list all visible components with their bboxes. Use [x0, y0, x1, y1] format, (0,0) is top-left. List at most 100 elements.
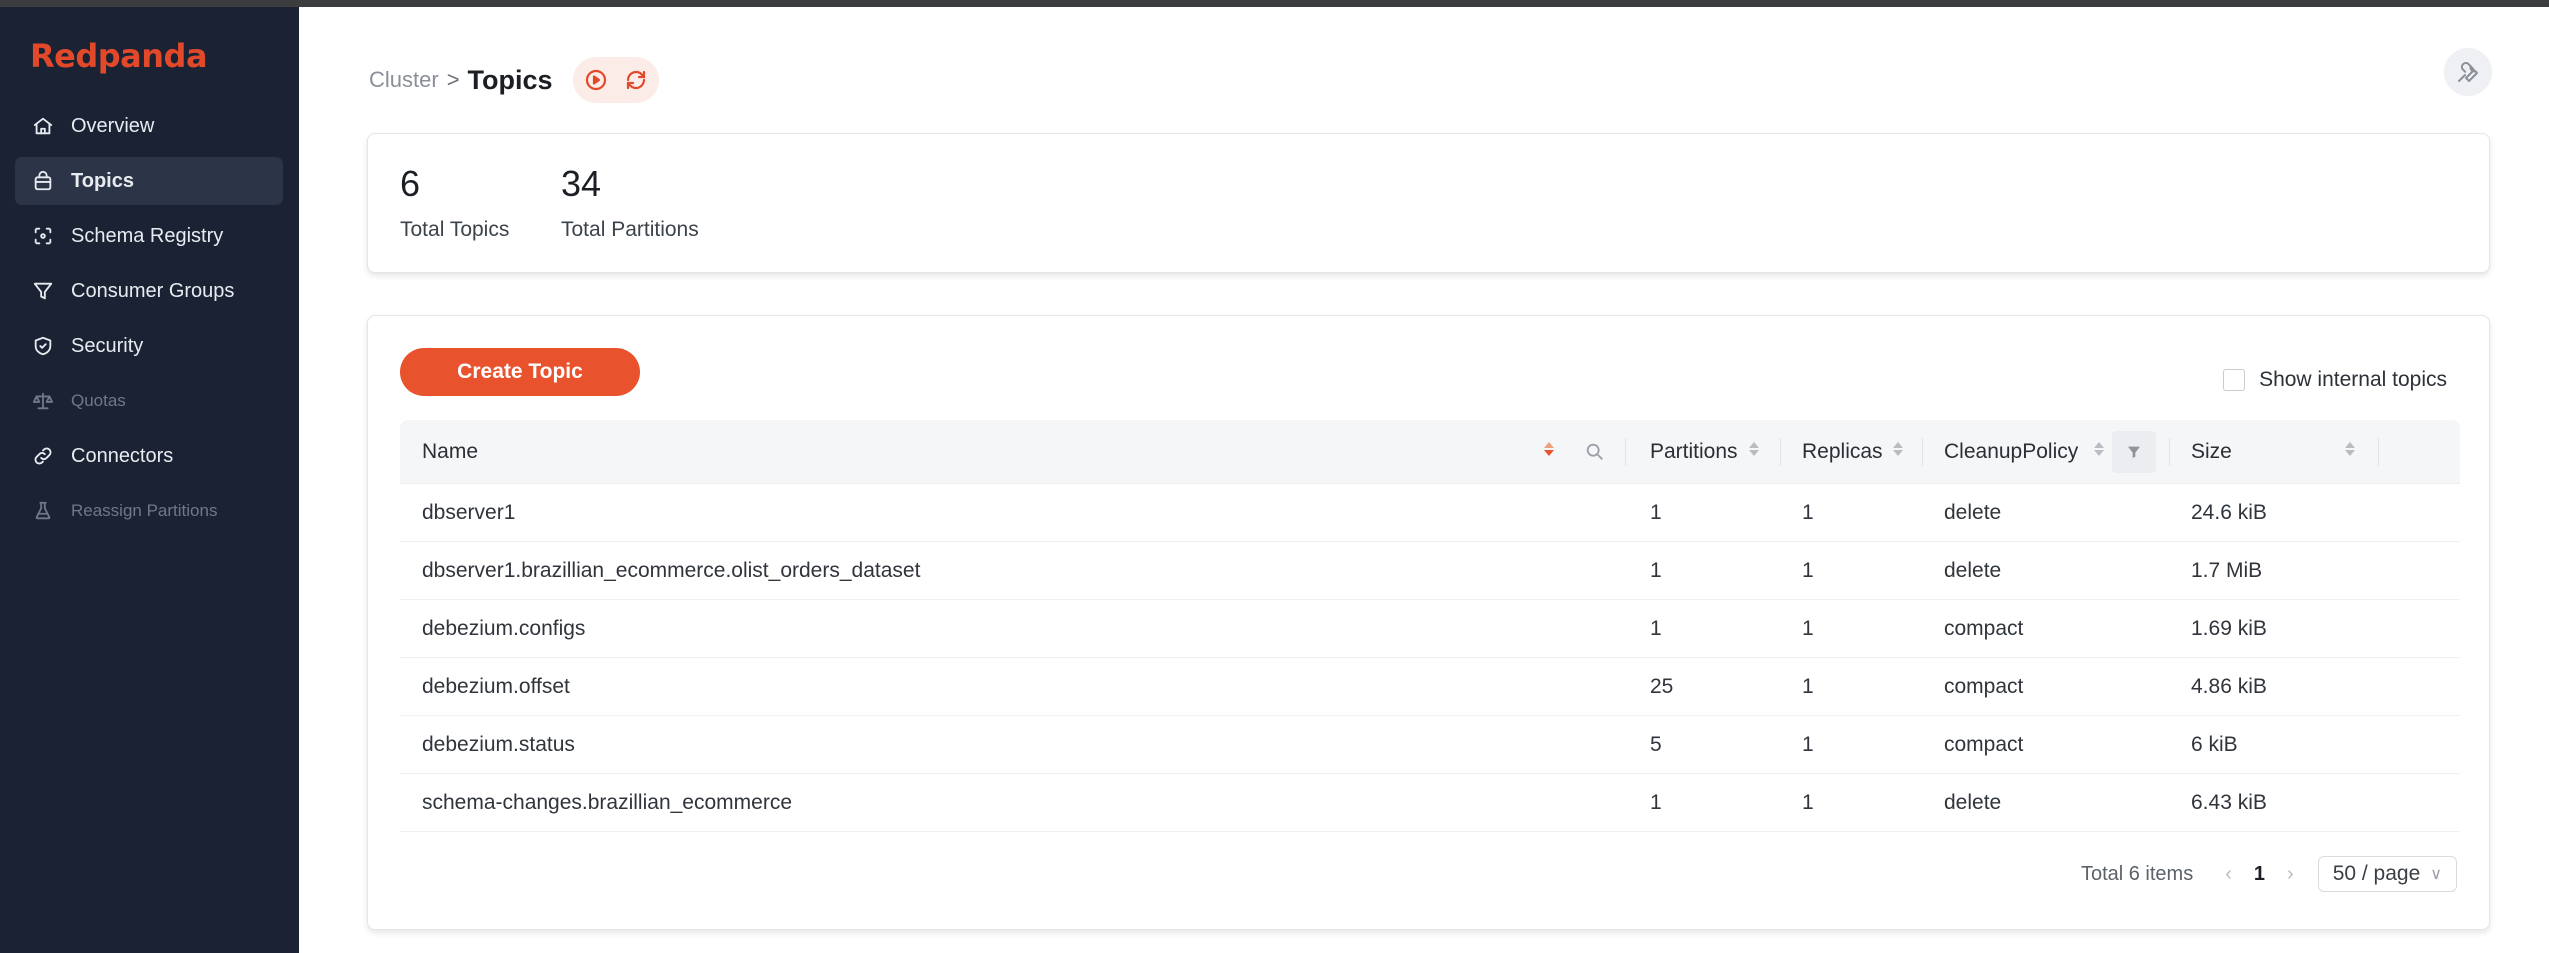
page-number-current[interactable]: 1 — [2254, 863, 2265, 886]
sort-icon[interactable] — [1893, 442, 1903, 456]
cell-partitions: 1 — [1650, 500, 1662, 524]
next-page-button[interactable]: › — [2287, 863, 2294, 886]
sidebar-item-label: Topics — [71, 169, 134, 192]
cell-size: 1.7 MiB — [2191, 558, 2263, 582]
bag-icon — [31, 169, 55, 193]
stat-total-topics: 6 Total Topics — [400, 166, 509, 242]
stat-label: Total Partitions — [561, 218, 699, 241]
cell-cleanup-policy: delete — [1944, 790, 2002, 814]
column-header-partitions[interactable]: Partitions — [1625, 420, 1780, 483]
create-topic-button[interactable]: Create Topic — [400, 348, 640, 396]
sidebar-item-label: Reassign Partitions — [71, 501, 218, 520]
refresh-button[interactable] — [621, 65, 651, 95]
breadcrumb-separator: > — [446, 67, 460, 92]
sidebar-item-topics[interactable]: Topics — [15, 157, 283, 205]
sidebar-item-security[interactable]: Security — [15, 322, 283, 370]
topic-name-link[interactable]: dbserver1 — [400, 501, 1625, 525]
column-title: CleanupPolicy — [1944, 439, 2079, 463]
topic-name-link[interactable]: debezium.offset — [400, 675, 1625, 699]
column-title: Partitions — [1650, 439, 1738, 463]
column-title: Name — [422, 439, 479, 463]
schema-icon — [31, 224, 55, 248]
refresh-icon — [626, 70, 645, 90]
play-circle-icon — [585, 69, 606, 91]
pagination: Total 6 items ‹ 1 › 50 / page ∨ — [2081, 856, 2457, 892]
table-row[interactable]: dbserver1.brazillian_ecommerce.olist_ord… — [400, 542, 2460, 600]
show-internal-checkbox[interactable] — [2223, 369, 2246, 391]
main-content: Cluster > Topics 6 Total Topics 34 Total… — [299, 7, 2549, 953]
column-header-actions — [2378, 420, 2460, 483]
wrench-icon — [2458, 62, 2478, 82]
sidebar-nav: Overview Topics Schema Registry Consumer… — [15, 102, 283, 542]
shield-icon — [31, 334, 55, 358]
column-header-name[interactable]: Name — [400, 420, 1625, 483]
cell-size: 24.6 kiB — [2191, 500, 2267, 524]
page-size-select[interactable]: 50 / page ∨ — [2317, 856, 2457, 892]
settings-button[interactable] — [2444, 48, 2492, 96]
stat-label: Total Topics — [400, 218, 510, 241]
topic-name-link[interactable]: debezium.configs — [400, 617, 1625, 641]
sort-icon[interactable] — [1749, 442, 1759, 456]
table-row[interactable]: debezium.offset 25 1 compact 4.86 kiB — [400, 658, 2460, 716]
cell-replicas: 1 — [1802, 732, 1814, 756]
sidebar-item-schema-registry[interactable]: Schema Registry — [15, 212, 283, 260]
topic-name-link[interactable]: debezium.status — [400, 733, 1625, 757]
page-size-value: 50 / page — [2332, 862, 2421, 885]
cell-size: 6 kiB — [2191, 732, 2238, 756]
sidebar-item-label: Connectors — [71, 444, 174, 467]
sidebar-item-label: Schema Registry — [71, 224, 224, 247]
sidebar-item-connectors[interactable]: Connectors — [15, 432, 283, 480]
cell-size: 4.86 kiB — [2191, 674, 2267, 698]
sidebar-item-consumer-groups[interactable]: Consumer Groups — [15, 267, 283, 315]
cell-replicas: 1 — [1802, 558, 1814, 582]
prev-page-button[interactable]: ‹ — [2225, 863, 2232, 886]
topic-name-link[interactable]: dbserver1.brazillian_ecommerce.olist_ord… — [400, 559, 1625, 583]
table-row[interactable]: debezium.status 5 1 compact 6 kiB — [400, 716, 2460, 774]
cell-partitions: 1 — [1650, 558, 1662, 582]
column-header-cleanup-policy[interactable]: CleanupPolicy — [1922, 420, 2169, 483]
column-title: Replicas — [1802, 439, 1883, 463]
sidebar-item-label: Overview — [71, 114, 155, 137]
sidebar-item-label: Quotas — [71, 391, 126, 410]
table-row[interactable]: dbserver1 1 1 delete 24.6 kiB — [400, 484, 2460, 542]
cell-cleanup-policy: compact — [1944, 616, 2024, 640]
stat-total-partitions: 34 Total Partitions — [561, 166, 699, 242]
sort-icon[interactable] — [1544, 442, 1554, 456]
home-icon — [31, 114, 55, 138]
sort-icon[interactable] — [2345, 442, 2355, 456]
sort-icon[interactable] — [2094, 442, 2104, 456]
column-header-replicas[interactable]: Replicas — [1780, 420, 1922, 483]
show-internal-topics-toggle[interactable]: Show internal topics — [2223, 368, 2447, 392]
chevron-down-icon: ∨ — [2430, 866, 2442, 883]
filter-icon[interactable] — [2112, 431, 2156, 473]
cell-partitions: 1 — [1650, 616, 1662, 640]
topics-table: Name Partitions Replicas CleanupPolicy S… — [400, 420, 2460, 832]
flask-icon — [31, 499, 55, 523]
cell-replicas: 1 — [1802, 500, 1814, 524]
table-row[interactable]: schema-changes.brazillian_ecommerce 1 1 … — [400, 774, 2460, 832]
topic-stats-card: 6 Total Topics 34 Total Partitions — [367, 133, 2490, 273]
funnel-icon — [31, 279, 55, 303]
sidebar-item-reassign-partitions[interactable]: Reassign Partitions — [15, 487, 283, 535]
auto-refresh-button[interactable] — [581, 65, 611, 95]
cell-partitions: 1 — [1650, 790, 1662, 814]
search-icon[interactable] — [1584, 441, 1606, 463]
cell-replicas: 1 — [1802, 674, 1814, 698]
pagination-total: Total 6 items — [2080, 862, 2194, 885]
brand-logo[interactable]: Redpanda — [30, 37, 208, 75]
column-header-size[interactable]: Size — [2169, 420, 2378, 483]
sidebar-item-overview[interactable]: Overview — [15, 102, 283, 150]
window-top-bar — [0, 0, 2549, 7]
table-header: Name Partitions Replicas CleanupPolicy S… — [400, 420, 2460, 484]
link-icon — [31, 444, 55, 468]
cell-partitions: 5 — [1650, 732, 1662, 756]
sidebar-item-label: Security — [71, 334, 144, 357]
stat-value: 6 — [400, 163, 421, 204]
sidebar-item-quotas[interactable]: Quotas — [15, 377, 283, 425]
stat-value: 34 — [561, 163, 602, 204]
breadcrumb: Cluster > Topics — [369, 57, 659, 103]
topic-name-link[interactable]: schema-changes.brazillian_ecommerce — [400, 791, 1625, 815]
breadcrumb-cluster-link[interactable]: Cluster — [369, 67, 439, 93]
table-row[interactable]: debezium.configs 1 1 compact 1.69 kiB — [400, 600, 2460, 658]
cell-partitions: 25 — [1650, 674, 1674, 698]
